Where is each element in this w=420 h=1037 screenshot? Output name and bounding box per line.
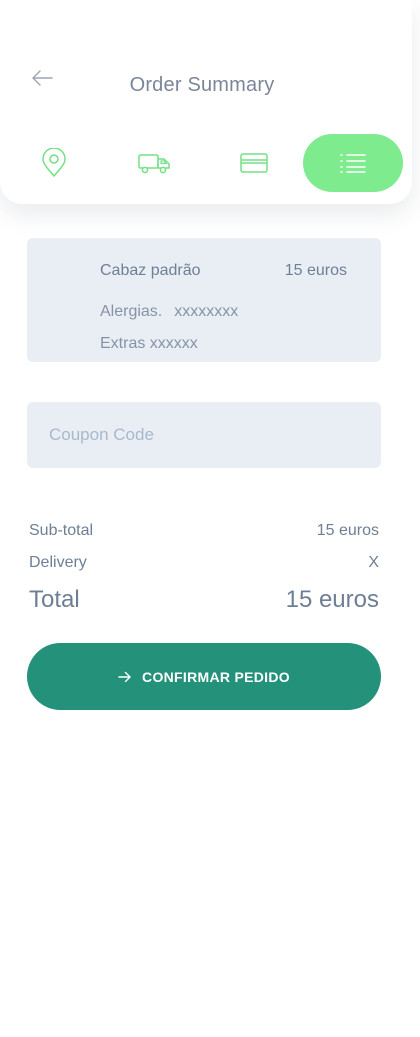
header-card: Order Summary xyxy=(0,0,412,204)
location-pin-icon xyxy=(42,148,66,177)
delivery-label: Delivery xyxy=(29,554,87,571)
basket-price: 15 euros xyxy=(284,262,347,279)
step-delivery[interactable] xyxy=(128,134,180,192)
step-location[interactable] xyxy=(28,134,80,192)
subtotal-label: Sub-total xyxy=(29,522,94,539)
truck-icon xyxy=(138,154,170,174)
coupon-code-input[interactable] xyxy=(27,402,381,468)
basket-name: Cabaz padrão xyxy=(100,262,201,279)
basket-extras: Extras xxxxxx xyxy=(100,335,198,352)
allergies-label: Alergias. xyxy=(100,303,163,320)
credit-card-icon xyxy=(240,153,268,173)
step-payment[interactable] xyxy=(228,134,280,192)
subtotal-value: 15 euros xyxy=(316,522,379,539)
total-value: 15 euros xyxy=(285,586,379,613)
confirm-order-button[interactable]: CONFIRMAR PEDIDO xyxy=(27,643,381,710)
delivery-value: X xyxy=(368,554,379,571)
confirm-order-label: CONFIRMAR PEDIDO xyxy=(142,668,290,685)
page-title: Order Summary xyxy=(129,74,275,96)
total-label: Total xyxy=(29,586,80,613)
step-summary-active[interactable] xyxy=(303,134,403,192)
basket-item-card: Cabaz padrão 15 euros Alergias. xxxxxxxx … xyxy=(27,238,381,362)
list-icon xyxy=(340,154,366,173)
basket-allergies: Alergias. xxxxxxxx xyxy=(100,303,238,321)
arrow-right-icon xyxy=(118,671,131,682)
allergies-value: xxxxxxxx xyxy=(174,303,239,320)
